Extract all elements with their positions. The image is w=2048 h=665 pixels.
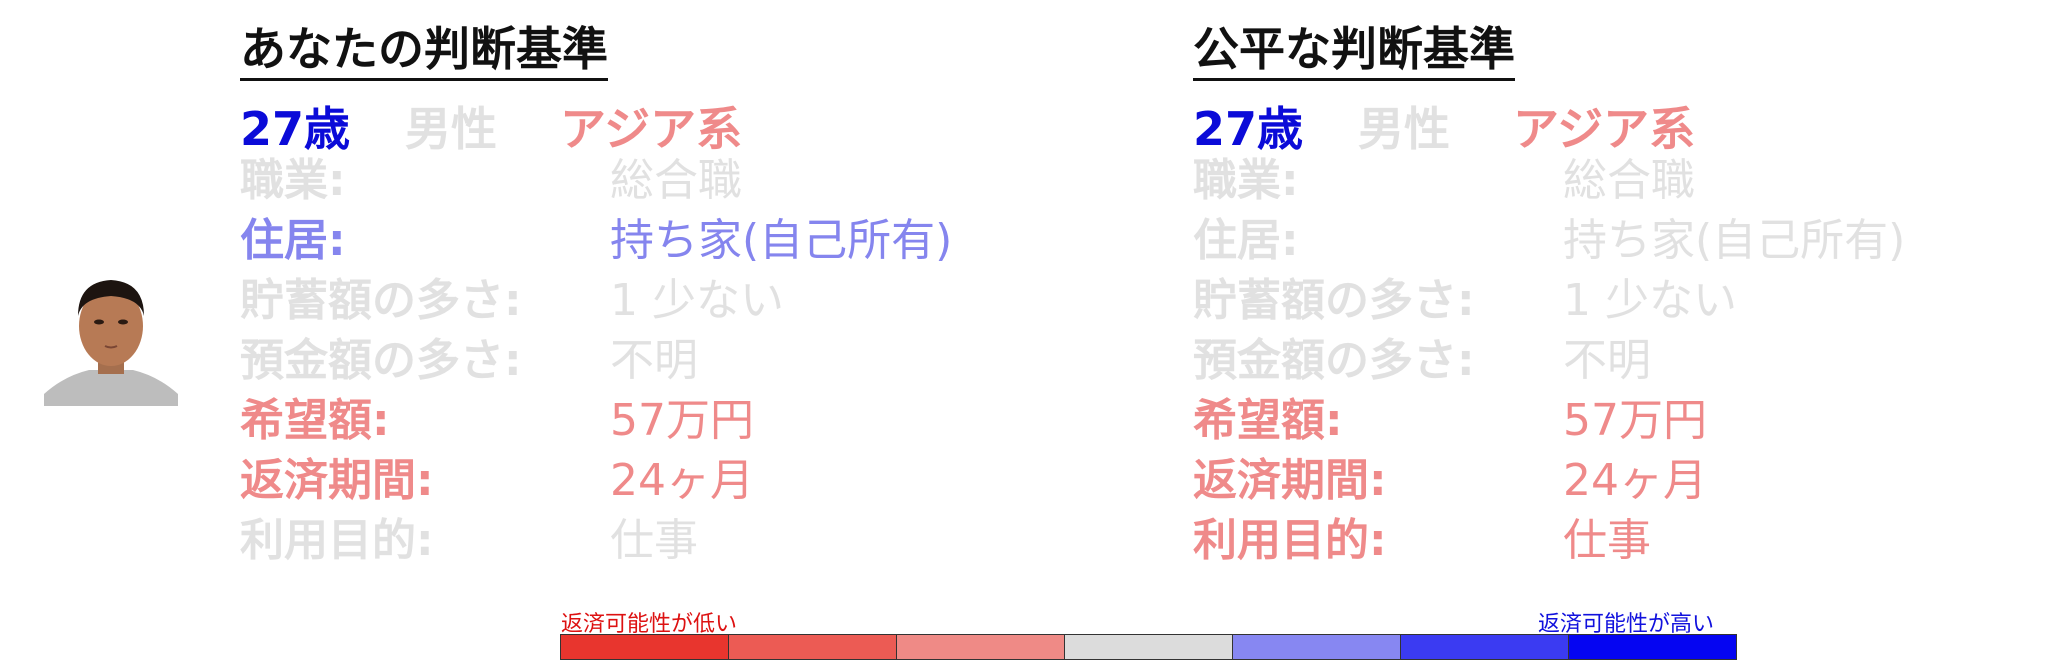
attribute-value: 57万円 [610,395,754,446]
attribute-row-occupation: 職業: 総合職 [1193,151,1695,211]
attribute-label: 利用目的: [1193,515,1387,566]
scale-segment [1569,635,1736,659]
attribute-value: 総合職 [1563,155,1695,206]
attribute-value: 24ヶ月 [610,455,754,506]
attribute-row-purpose: 利用目的: 仕事 [1193,511,1695,571]
panel-title: あなたの判断基準 [240,22,608,81]
attribute-value: 1 少ない [1563,275,1737,326]
attribute-value: 仕事 [610,515,698,566]
attribute-value: 総合職 [610,155,742,206]
attribute-row-period: 返済期間: 24ヶ月 [240,451,754,511]
attribute-row-housing: 住居: 持ち家(自己所有) [240,211,952,271]
attribute-value: 1 少ない [610,275,784,326]
attribute-label: 希望額: [240,395,390,446]
panel-title: 公平な判断基準 [1193,22,1515,81]
attribute-value: 持ち家(自己所有) [1563,215,1906,266]
attribute-row-savings: 貯蓄額の多さ: 1 少ない [1193,271,1737,331]
scale-segment [1233,635,1401,659]
attribute-label: 住居: [240,215,346,266]
attribute-row-amount: 希望額: 57万円 [1193,391,1707,451]
attribute-value: 不明 [1563,335,1651,386]
attribute-row-amount: 希望額: 57万円 [240,391,754,451]
applicant-photo [44,268,178,406]
your-criteria-panel: あなたの判断基準 27歳 男性 アジア系 職業: 総合職 住居: 持ち家(自己所有)… [240,22,952,571]
attribute-label: 貯蓄額の多さ: [1193,275,1475,326]
attribute-value: 不明 [610,335,698,386]
attribute-value: 57万円 [1563,395,1707,446]
attribute-label: 住居: [1193,215,1299,266]
age-label: 27歳 [240,102,351,156]
gender-label: 男性 [405,102,497,156]
attribute-row-deposits: 預金額の多さ: 不明 [240,331,742,391]
attribute-label: 希望額: [1193,395,1343,446]
attribute-label: 利用目的: [240,515,434,566]
ethnicity-label: アジア系 [560,102,743,156]
attribute-label: 預金額の多さ: [1193,335,1475,386]
ethnicity-label: アジア系 [1513,102,1696,156]
attribute-value: 仕事 [1563,515,1651,566]
age-label: 27歳 [1193,102,1304,156]
attribute-label: 返済期間: [240,455,434,506]
scale-segment [897,635,1065,659]
portrait-image [44,268,178,406]
attribute-row-savings: 貯蓄額の多さ: 1 少ない [240,271,784,331]
scale-segment [1401,635,1569,659]
attribute-label: 職業: [1193,155,1299,206]
attribute-value: 24ヶ月 [1563,455,1707,506]
attribute-label: 貯蓄額の多さ: [240,275,522,326]
attribute-label: 職業: [240,155,346,206]
attribute-row-period: 返済期間: 24ヶ月 [1193,451,1707,511]
scale-segment [729,635,897,659]
attribute-value: 持ち家(自己所有) [610,215,953,266]
gender-label: 男性 [1358,102,1450,156]
demographics-row: 27歳 男性 アジア系 [1193,93,1695,156]
attribute-label: 返済期間: [1193,455,1387,506]
demographics-row: 27歳 男性 アジア系 [240,93,742,156]
attribute-row-occupation: 職業: 総合職 [240,151,742,211]
attribute-label: 預金額の多さ: [240,335,522,386]
scale-segment [561,635,729,659]
color-scale-bar [560,634,1737,660]
attribute-row-purpose: 利用目的: 仕事 [240,511,742,571]
attribute-row-housing: 住居: 持ち家(自己所有) [1193,211,1905,271]
attribute-row-deposits: 預金額の多さ: 不明 [1193,331,1695,391]
fair-criteria-panel: 公平な判断基準 27歳 男性 アジア系 職業: 総合職 住居: 持ち家(自己所有) … [1193,22,1905,571]
scale-segment [1065,635,1233,659]
